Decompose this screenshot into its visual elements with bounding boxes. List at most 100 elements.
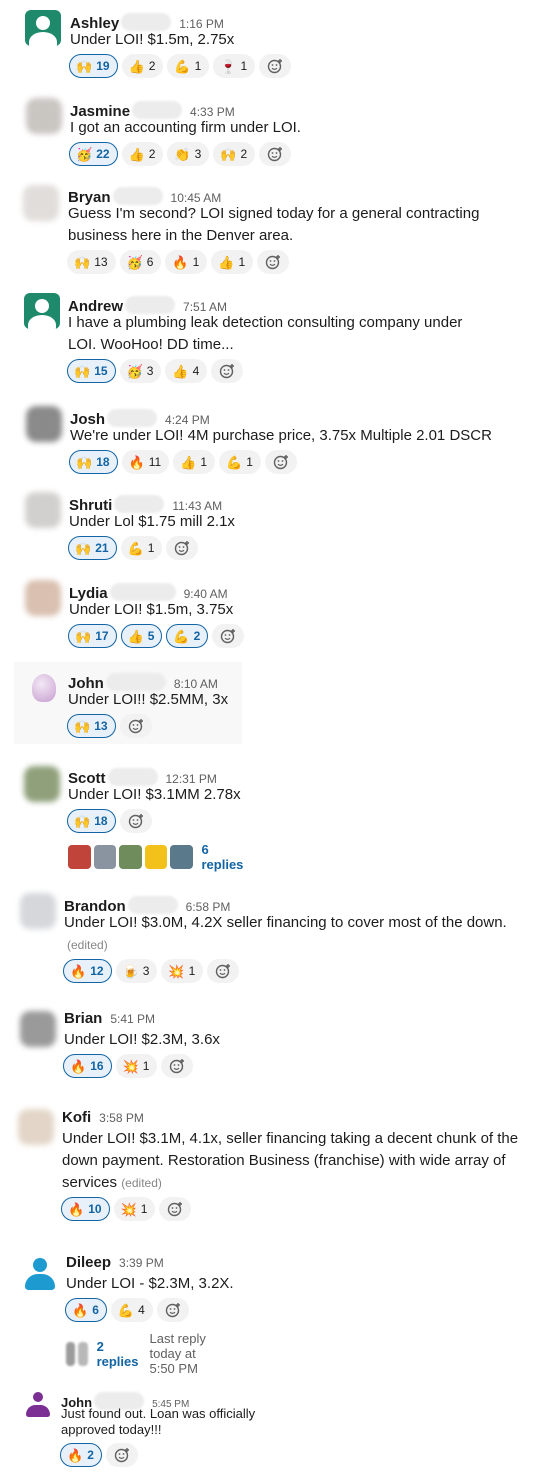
person-icon-head bbox=[33, 1392, 43, 1402]
reaction-pill[interactable]: 💪 4 bbox=[110, 1298, 153, 1322]
reaction-pill[interactable]: 💪 2 bbox=[166, 624, 209, 648]
add-reaction-button[interactable] bbox=[264, 450, 297, 474]
avatar[interactable] bbox=[18, 1109, 54, 1145]
avatar[interactable] bbox=[24, 670, 60, 706]
reaction-count: 6 bbox=[92, 1303, 99, 1317]
sender-name[interactable]: Brian bbox=[64, 1010, 102, 1027]
add-reaction-icon bbox=[216, 964, 231, 979]
avatar[interactable] bbox=[22, 1255, 58, 1291]
add-reaction-button[interactable] bbox=[257, 250, 290, 274]
participant-avatar bbox=[78, 1341, 88, 1366]
reaction-count: 2 bbox=[87, 1448, 94, 1462]
reaction-pill[interactable]: 💪 1 bbox=[219, 450, 261, 474]
reaction-pill[interactable]: 🔥 2 bbox=[60, 1443, 102, 1467]
add-reaction-button[interactable] bbox=[207, 959, 240, 983]
collision-emoji: 💥 bbox=[120, 1201, 137, 1217]
add-reaction-button[interactable] bbox=[212, 624, 245, 648]
reaction-pill[interactable]: 👏 3 bbox=[167, 142, 210, 166]
fire-emoji: 🔥 bbox=[128, 454, 145, 470]
avatar[interactable] bbox=[20, 1011, 56, 1047]
avatar[interactable] bbox=[23, 185, 59, 221]
reaction-pill[interactable]: 💥 1 bbox=[113, 1197, 156, 1221]
sender-name[interactable]: Kofi bbox=[62, 1109, 91, 1126]
avatar[interactable] bbox=[24, 293, 60, 329]
flexed-biceps-emoji: 💪 bbox=[117, 1302, 135, 1318]
avatar[interactable] bbox=[24, 1390, 52, 1418]
timestamp[interactable]: 3:58 PM bbox=[99, 1111, 144, 1125]
reaction-pill[interactable]: 💪 1 bbox=[167, 54, 210, 78]
reaction-pill[interactable]: 🔥 10 bbox=[61, 1197, 110, 1221]
reaction-count: 4 bbox=[138, 1303, 145, 1317]
reaction-pill[interactable]: 🔥 12 bbox=[63, 959, 112, 983]
reaction-count: 12 bbox=[90, 964, 104, 978]
reaction-pill[interactable]: 🙌 2 bbox=[213, 142, 256, 166]
raised-hands-emoji: 🙌 bbox=[220, 146, 237, 162]
avatar[interactable] bbox=[26, 406, 62, 442]
reaction-pill[interactable]: 🍷 1 bbox=[213, 54, 256, 78]
reaction-pill[interactable]: 🙌 15 bbox=[67, 359, 116, 383]
avatar[interactable] bbox=[25, 10, 61, 46]
add-reaction-button[interactable] bbox=[161, 1054, 194, 1078]
reaction-pill[interactable]: 🍺 3 bbox=[115, 959, 158, 983]
thread-replies-link[interactable]: 6 replies bbox=[202, 842, 251, 872]
reaction-pill[interactable]: 🔥 6 bbox=[65, 1298, 107, 1322]
add-reaction-button[interactable] bbox=[166, 536, 199, 560]
reactions-bar: 🙌 21 💪 1 bbox=[68, 536, 199, 560]
avatar[interactable] bbox=[26, 98, 62, 134]
message-text: Under LOI! $2.3M, 3.6x bbox=[64, 1031, 220, 1048]
reaction-count: 13 bbox=[94, 719, 108, 733]
add-reaction-button[interactable] bbox=[105, 1443, 138, 1467]
reaction-pill[interactable]: 🔥 11 bbox=[121, 450, 170, 474]
reaction-pill[interactable]: 👍 1 bbox=[173, 450, 216, 474]
reaction-pill[interactable]: 🥳 22 bbox=[69, 142, 118, 166]
reaction-pill[interactable]: 💥 1 bbox=[161, 959, 204, 983]
reaction-pill[interactable]: 💪 1 bbox=[120, 536, 163, 560]
timestamp[interactable]: 5:41 PM bbox=[110, 1012, 155, 1026]
avatar[interactable] bbox=[24, 766, 60, 802]
reaction-pill[interactable]: 👍 4 bbox=[165, 359, 208, 383]
thread-summary[interactable]: 2 replies Last reply today at 5:50 PM bbox=[66, 1331, 211, 1376]
reaction-pill[interactable]: 🙌 13 bbox=[67, 714, 116, 738]
add-reaction-button[interactable] bbox=[156, 1298, 189, 1322]
add-reaction-button[interactable] bbox=[259, 142, 292, 166]
reaction-pill[interactable]: 👍 2 bbox=[121, 54, 164, 78]
reaction-pill[interactable]: 🔥 1 bbox=[165, 250, 208, 274]
reaction-pill[interactable]: 🔥 16 bbox=[63, 1054, 112, 1078]
reactions-bar: 🔥 12 🍺 3 💥 1 bbox=[63, 959, 240, 983]
reaction-pill[interactable]: 👍 1 bbox=[211, 250, 254, 274]
reaction-pill[interactable]: 👍 2 bbox=[121, 142, 164, 166]
add-reaction-button[interactable] bbox=[211, 359, 244, 383]
timestamp[interactable]: 3:39 PM bbox=[119, 1256, 164, 1270]
message-text: Just found out. Loan was officially appr… bbox=[61, 1406, 256, 1437]
reaction-pill[interactable]: 🙌 18 bbox=[69, 450, 118, 474]
reaction-pill[interactable]: 🙌 19 bbox=[69, 54, 118, 78]
add-reaction-button[interactable] bbox=[159, 1197, 192, 1221]
participant-avatar bbox=[66, 1341, 76, 1366]
reactions-bar: 🙌 13 🥳 6 🔥 1 👍 1 bbox=[67, 250, 290, 274]
reaction-pill[interactable]: 🙌 17 bbox=[68, 624, 117, 648]
reaction-pill[interactable]: 🙌 13 bbox=[67, 250, 116, 274]
avatar[interactable] bbox=[25, 492, 61, 528]
reaction-pill[interactable]: 💥 1 bbox=[115, 1054, 158, 1078]
reaction-pill[interactable]: 🙌 21 bbox=[68, 536, 117, 560]
reaction-pill[interactable]: 🥳 3 bbox=[119, 359, 162, 383]
thumbs-up-emoji: 👍 bbox=[128, 58, 145, 74]
avatar[interactable] bbox=[20, 893, 56, 929]
person-icon-head bbox=[33, 1258, 47, 1272]
raised-hands-emoji: 🙌 bbox=[75, 540, 92, 556]
reaction-pill[interactable]: 🙌 18 bbox=[67, 809, 116, 833]
add-reaction-button[interactable] bbox=[119, 714, 152, 738]
reaction-count: 13 bbox=[94, 255, 108, 269]
add-reaction-button[interactable] bbox=[119, 809, 152, 833]
sender-name[interactable]: Dileep bbox=[66, 1254, 111, 1271]
reaction-pill[interactable]: 👍 5 bbox=[120, 624, 163, 648]
add-reaction-icon bbox=[221, 629, 236, 644]
avatar[interactable] bbox=[25, 580, 61, 616]
reactions-bar: 🥳 22 👍 2 👏 3 🙌 2 bbox=[69, 142, 292, 166]
reaction-count: 2 bbox=[193, 629, 201, 643]
thread-replies-link[interactable]: 2 replies bbox=[97, 1339, 139, 1369]
reaction-pill[interactable]: 🥳 6 bbox=[119, 250, 162, 274]
raised-hands-emoji: 🙌 bbox=[75, 628, 92, 644]
thread-summary[interactable]: 6 replies bbox=[68, 842, 251, 872]
add-reaction-button[interactable] bbox=[259, 54, 292, 78]
